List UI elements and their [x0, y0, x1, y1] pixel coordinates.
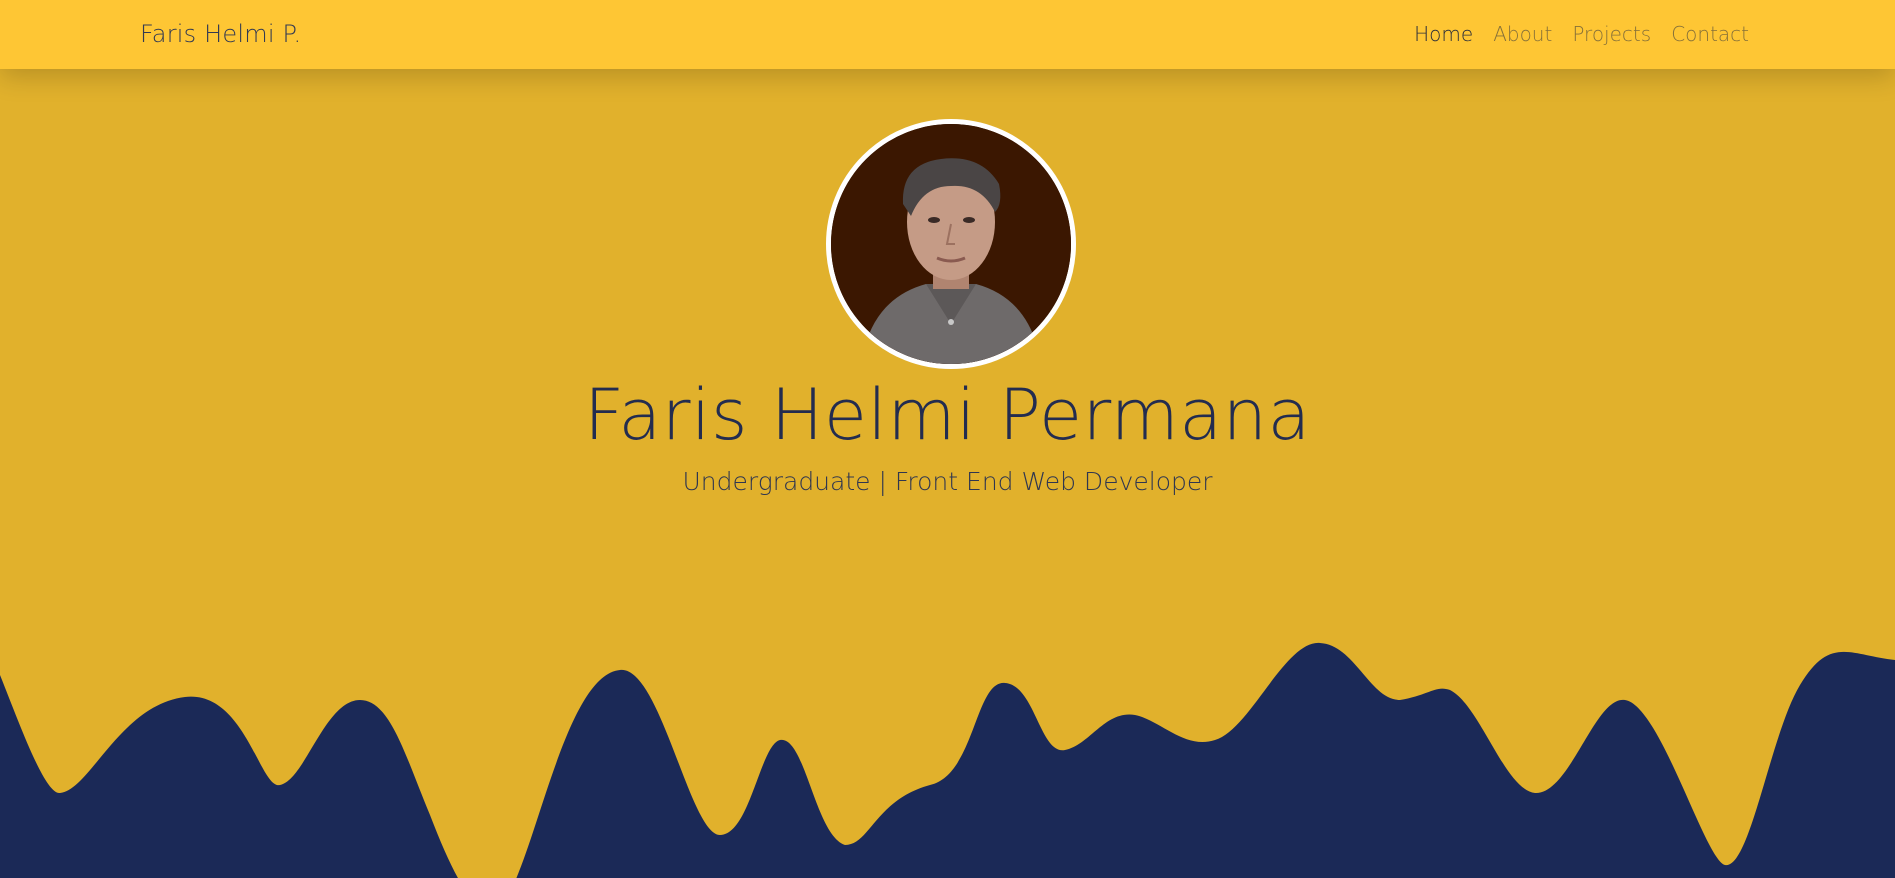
profile-photo-illustration: [831, 124, 1071, 364]
hero-tagline: Undergraduate | Front End Web Developer: [682, 467, 1213, 496]
wave-background: [0, 642, 1895, 878]
avatar: [826, 119, 1076, 369]
navbar: Faris Helmi P. Home About Projects Conta…: [0, 0, 1895, 69]
brand-link[interactable]: Faris Helmi P.: [140, 20, 301, 48]
nav-menu: Home About Projects Contact: [1414, 22, 1749, 46]
hero-name: Faris Helmi Permana: [584, 374, 1311, 456]
nav-link-about[interactable]: About: [1493, 22, 1552, 46]
nav-link-projects[interactable]: Projects: [1572, 22, 1651, 46]
nav-link-contact[interactable]: Contact: [1671, 22, 1749, 46]
nav-link-home[interactable]: Home: [1414, 22, 1473, 46]
hero-section: Faris Helmi Permana Undergraduate | Fron…: [0, 69, 1895, 878]
